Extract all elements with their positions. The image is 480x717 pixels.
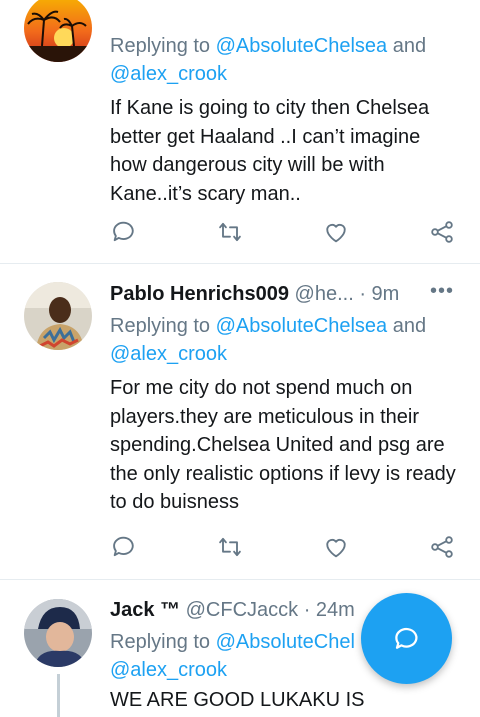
display-name[interactable]: Pablo Henrichs009 [110, 283, 289, 305]
replying-to: Replying to @AbsoluteChelsea and @alex_c… [110, 312, 466, 368]
mention-link[interactable]: @AbsoluteChel [216, 631, 355, 653]
replying-prefix: Replying to [110, 631, 216, 653]
retweet-icon[interactable] [216, 533, 246, 563]
thread-line [57, 674, 60, 717]
user-photo-image [24, 282, 92, 350]
comment-icon[interactable] [110, 533, 140, 563]
tweet-header: Pablo Henrichs009 @he... · 9m [110, 279, 466, 309]
handle[interactable]: @he... [295, 283, 354, 305]
tweet-actions [110, 533, 460, 563]
retweet-icon[interactable] [216, 218, 246, 248]
avatar-sunset[interactable] [24, 0, 92, 62]
sunset-palm-image [24, 0, 92, 62]
share-icon[interactable] [428, 533, 458, 563]
mention-link[interactable]: @AbsoluteChelsea [216, 35, 388, 57]
tweet-text: For me city do not spend much on players… [110, 377, 456, 513]
heart-icon[interactable] [322, 533, 352, 563]
mention-link[interactable]: @AbsoluteChelsea [216, 315, 388, 337]
mention-link[interactable]: @alex_crook [110, 63, 227, 85]
replying-prefix: Replying to [110, 35, 216, 57]
mention-link[interactable]: @alex_crook [110, 343, 227, 365]
timestamp[interactable]: · 24m [304, 599, 355, 621]
and-word: and [387, 315, 427, 337]
display-name[interactable]: Jack ™ [110, 599, 180, 621]
replying-prefix: Replying to [110, 315, 216, 337]
tweet-1[interactable]: Replying to @AbsoluteChelsea and @alex_c… [0, 0, 480, 263]
and-word: and [387, 35, 427, 57]
tweet-2[interactable]: Pablo Henrichs009 @he... · 9m Replying t… [0, 264, 480, 579]
user-photo-image [24, 599, 92, 667]
tweet-actions [110, 218, 460, 248]
avatar-pablo[interactable] [24, 282, 92, 350]
handle[interactable]: @CFCJacck [186, 599, 299, 621]
timestamp[interactable]: · 9m [359, 283, 399, 305]
compose-reply-icon [394, 627, 417, 649]
heart-icon[interactable] [322, 218, 352, 248]
more-options-icon[interactable]: ••• [430, 280, 454, 303]
tweet-text: WE ARE GOOD LUKAKU IS [110, 689, 365, 711]
share-icon[interactable] [428, 218, 458, 248]
mention-link[interactable]: @alex_crook [110, 659, 227, 681]
compose-reply-button[interactable] [361, 593, 452, 684]
replying-to: Replying to @AbsoluteChelsea and @alex_c… [110, 32, 466, 88]
tweet-header-cut [110, 0, 466, 20]
tweet-text: If Kane is going to city then Chelsea be… [110, 97, 430, 205]
avatar-jack[interactable] [24, 599, 92, 667]
comment-icon[interactable] [110, 218, 140, 248]
